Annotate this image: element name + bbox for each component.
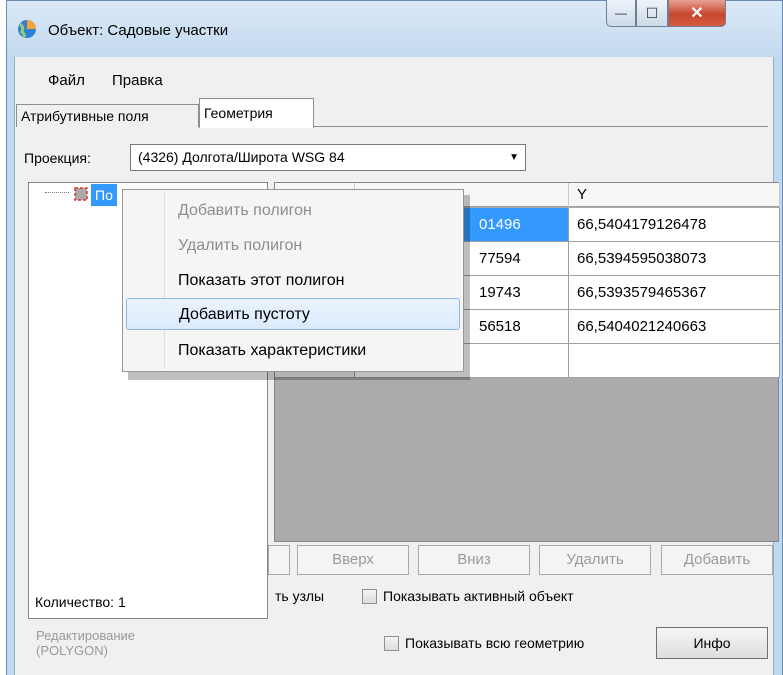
add-node-button[interactable]: Добавить — [661, 545, 773, 575]
minimize-icon: — — [615, 6, 627, 20]
cell-y[interactable]: 66,5394595038073 — [569, 242, 780, 276]
move-down-button[interactable]: Вниз — [418, 545, 530, 575]
tree-node-polygon[interactable]: По — [91, 184, 117, 206]
projection-select[interactable]: (4326) Долгота/Широта WSG 84 ▼ — [130, 144, 526, 171]
info-button[interactable]: Инфо — [656, 627, 768, 659]
show-active-object-checkbox[interactable] — [362, 589, 377, 604]
context-menu: Добавить полигон Удалить полигон Показат… — [122, 189, 464, 372]
menu-file[interactable]: Файл — [48, 72, 85, 89]
edit-mode-status: Редактирование (POLYGON) — [36, 628, 135, 658]
show-all-geometry-label: Показывать всю геометрию — [405, 635, 585, 651]
show-all-geometry-checkbox[interactable] — [384, 636, 399, 651]
tree-connector — [45, 192, 69, 193]
window-title: Объект: Садовые участки — [48, 22, 229, 39]
menu-show-polygon[interactable]: Показать этот полигон — [126, 265, 460, 297]
polygon-icon — [74, 187, 88, 201]
menu-edit[interactable]: Правка — [112, 72, 163, 89]
cell-y[interactable]: 66,5404021240663 — [569, 310, 780, 344]
cell-y[interactable]: 66,5393579465367 — [569, 276, 780, 310]
menu-add-polygon[interactable]: Добавить полигон — [126, 195, 460, 227]
chevron-down-icon: ▼ — [509, 152, 519, 163]
move-up-button[interactable]: Вверх — [297, 545, 409, 575]
delete-node-button[interactable]: Удалить — [539, 545, 651, 575]
tab-attributes[interactable]: Атрибутивные поля — [16, 104, 199, 127]
close-icon: ✕ — [690, 5, 704, 22]
tab-geometry[interactable]: Геометрия — [199, 98, 314, 128]
app-globe-icon — [18, 20, 36, 38]
grid-button-hidden[interactable] — [268, 545, 290, 575]
maximize-icon: ☐ — [645, 4, 659, 21]
show-nodes-label: ть узлы — [275, 588, 325, 604]
grid-header-y[interactable]: Y — [569, 183, 780, 207]
show-active-object-label: Показывать активный объект — [383, 588, 574, 604]
close-button[interactable]: ✕ — [668, 0, 726, 27]
cell-y[interactable] — [569, 344, 780, 378]
projection-value: (4326) Долгота/Широта WSG 84 — [138, 149, 345, 165]
status-line-1: Редактирование — [36, 628, 136, 643]
status-line-2: (POLYGON) — [36, 643, 108, 658]
count-label: Количество: 1 — [35, 594, 126, 610]
maximize-button[interactable]: ☐ — [636, 0, 668, 27]
minimize-button[interactable]: — — [606, 0, 636, 27]
cell-y[interactable]: 66,5404179126478 — [569, 208, 780, 242]
menu-delete-polygon[interactable]: Удалить полигон — [126, 230, 460, 262]
menu-add-hole[interactable]: Добавить пустоту — [126, 298, 460, 330]
menu-show-properties[interactable]: Показать характеристики — [126, 335, 460, 367]
projection-label: Проекция: — [24, 150, 91, 166]
